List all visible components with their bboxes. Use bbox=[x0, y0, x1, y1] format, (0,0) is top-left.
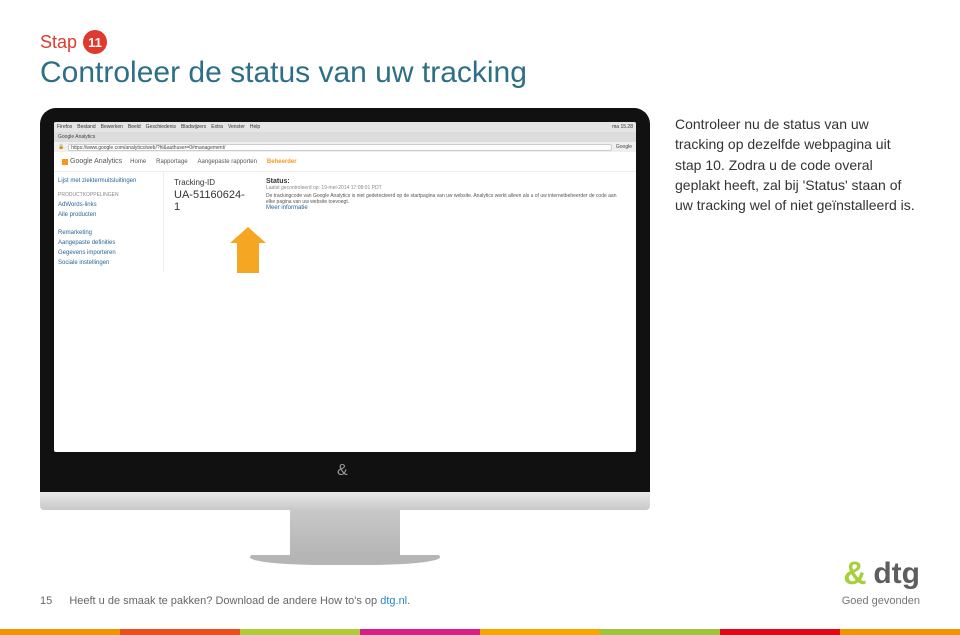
tracking-id-value: UA-51160624-1 bbox=[174, 189, 246, 213]
sidebar-item-remarketing[interactable]: Remarketing bbox=[58, 228, 159, 238]
monitor-stand bbox=[290, 510, 400, 555]
sidebar-item-social[interactable]: Sociale instellingen bbox=[58, 258, 159, 268]
menu-item: Bestand bbox=[77, 124, 95, 130]
browser-tabbar: Google Analytics bbox=[54, 132, 636, 142]
ga-main-panel: Tracking-ID UA-51160624-1 Status: Laatst… bbox=[164, 172, 636, 272]
page-footer: 15 Heeft u de smaak te pakken? Download … bbox=[40, 557, 920, 607]
menu-item: Help bbox=[250, 124, 260, 130]
menu-item: Beeld bbox=[128, 124, 141, 130]
menu-item: Extra bbox=[211, 124, 223, 130]
ga-sidebar: Lijst met ziektermuitsluitingen PRODUCTK… bbox=[54, 172, 164, 272]
monitor-chin bbox=[40, 492, 650, 510]
monitor-bezel: Firefox Bestand Bewerken Beeld Geschiede… bbox=[40, 108, 650, 492]
ga-header: Google Analytics Home Rapportage Aangepa… bbox=[54, 152, 636, 172]
sidebar-section: PRODUCTKOPPELINGEN bbox=[58, 192, 159, 198]
step-number-badge: 11 bbox=[83, 30, 107, 54]
sidebar-item[interactable]: Lijst met ziektermuitsluitingen bbox=[58, 176, 159, 186]
ga-brand: Google Analytics bbox=[70, 158, 122, 165]
footer-color-bar bbox=[0, 629, 960, 635]
menu-item: Venster bbox=[228, 124, 245, 130]
monitor-illustration: Firefox Bestand Bewerken Beeld Geschiede… bbox=[40, 108, 650, 565]
dtg-tagline: Goed gevonden bbox=[842, 595, 920, 607]
menu-item: Bewerken bbox=[101, 124, 123, 130]
monitor-brand-icon: & bbox=[335, 459, 355, 484]
os-menubar: Firefox Bestand Bewerken Beeld Geschiede… bbox=[54, 122, 636, 132]
nav-custom[interactable]: Aangepaste rapporten bbox=[198, 159, 257, 165]
menu-item: Firefox bbox=[57, 124, 72, 130]
nav-admin[interactable]: Beheerder bbox=[267, 159, 297, 165]
sidebar-item-custom-defs[interactable]: Aangepaste definities bbox=[58, 238, 159, 248]
status-description: De trackingcode van Google Analytics is … bbox=[266, 193, 626, 205]
dtg-brand-block: dtg Goed gevonden bbox=[842, 557, 920, 607]
lock-icon: 🔒 bbox=[58, 144, 64, 150]
more-info-link[interactable]: Meer informatie bbox=[266, 205, 626, 211]
ga-logo-icon bbox=[62, 159, 68, 165]
ga-logo: Google Analytics bbox=[62, 158, 122, 165]
search-engine: Google bbox=[616, 144, 632, 150]
footer-question: Heeft u de smaak te pakken? Download de … bbox=[69, 595, 410, 607]
step-number: 11 bbox=[88, 35, 102, 50]
menu-item: Bladwijzers bbox=[181, 124, 206, 130]
ampersand-icon bbox=[843, 557, 869, 591]
nav-home[interactable]: Home bbox=[130, 159, 146, 165]
browser-tab: Google Analytics bbox=[58, 134, 95, 140]
footer-link[interactable]: dtg.nl bbox=[380, 595, 407, 607]
dtg-logo: dtg bbox=[843, 557, 920, 591]
step-description: Controleer nu de status van uw tracking … bbox=[675, 114, 920, 215]
ga-nav: Home Rapportage Aangepaste rapporten Beh… bbox=[130, 159, 296, 165]
sidebar-item-data-import[interactable]: Gegevens importeren bbox=[58, 248, 159, 258]
sidebar-item-adwords[interactable]: AdWords-links bbox=[58, 200, 159, 210]
highlight-arrow-icon bbox=[234, 227, 262, 275]
svg-text:&: & bbox=[337, 462, 348, 479]
status-label: Status: bbox=[266, 178, 626, 185]
screenshot: Firefox Bestand Bewerken Beeld Geschiede… bbox=[54, 122, 636, 452]
menu-item: Geschiedenis bbox=[146, 124, 176, 130]
step-word: Stap bbox=[40, 32, 77, 53]
page-heading: Controleer de status van uw tracking bbox=[40, 56, 920, 90]
step-label: Stap 11 bbox=[40, 30, 920, 54]
browser-address-bar: 🔒 https://www.google.com/analytics/web/?… bbox=[54, 142, 636, 152]
menubar-clock: ma 15.28 bbox=[612, 124, 633, 130]
page-number: 15 bbox=[40, 595, 52, 607]
url-field[interactable]: https://www.google.com/analytics/web/?hl… bbox=[68, 144, 612, 151]
tracking-id-label: Tracking-ID bbox=[174, 178, 246, 187]
nav-reporting[interactable]: Rapportage bbox=[156, 159, 187, 165]
sidebar-item-products[interactable]: Alle producten bbox=[58, 210, 159, 220]
dtg-wordmark: dtg bbox=[873, 557, 920, 591]
status-timestamp: Laatst gecontroleerd op: 19-mei-2014 17:… bbox=[266, 185, 626, 191]
